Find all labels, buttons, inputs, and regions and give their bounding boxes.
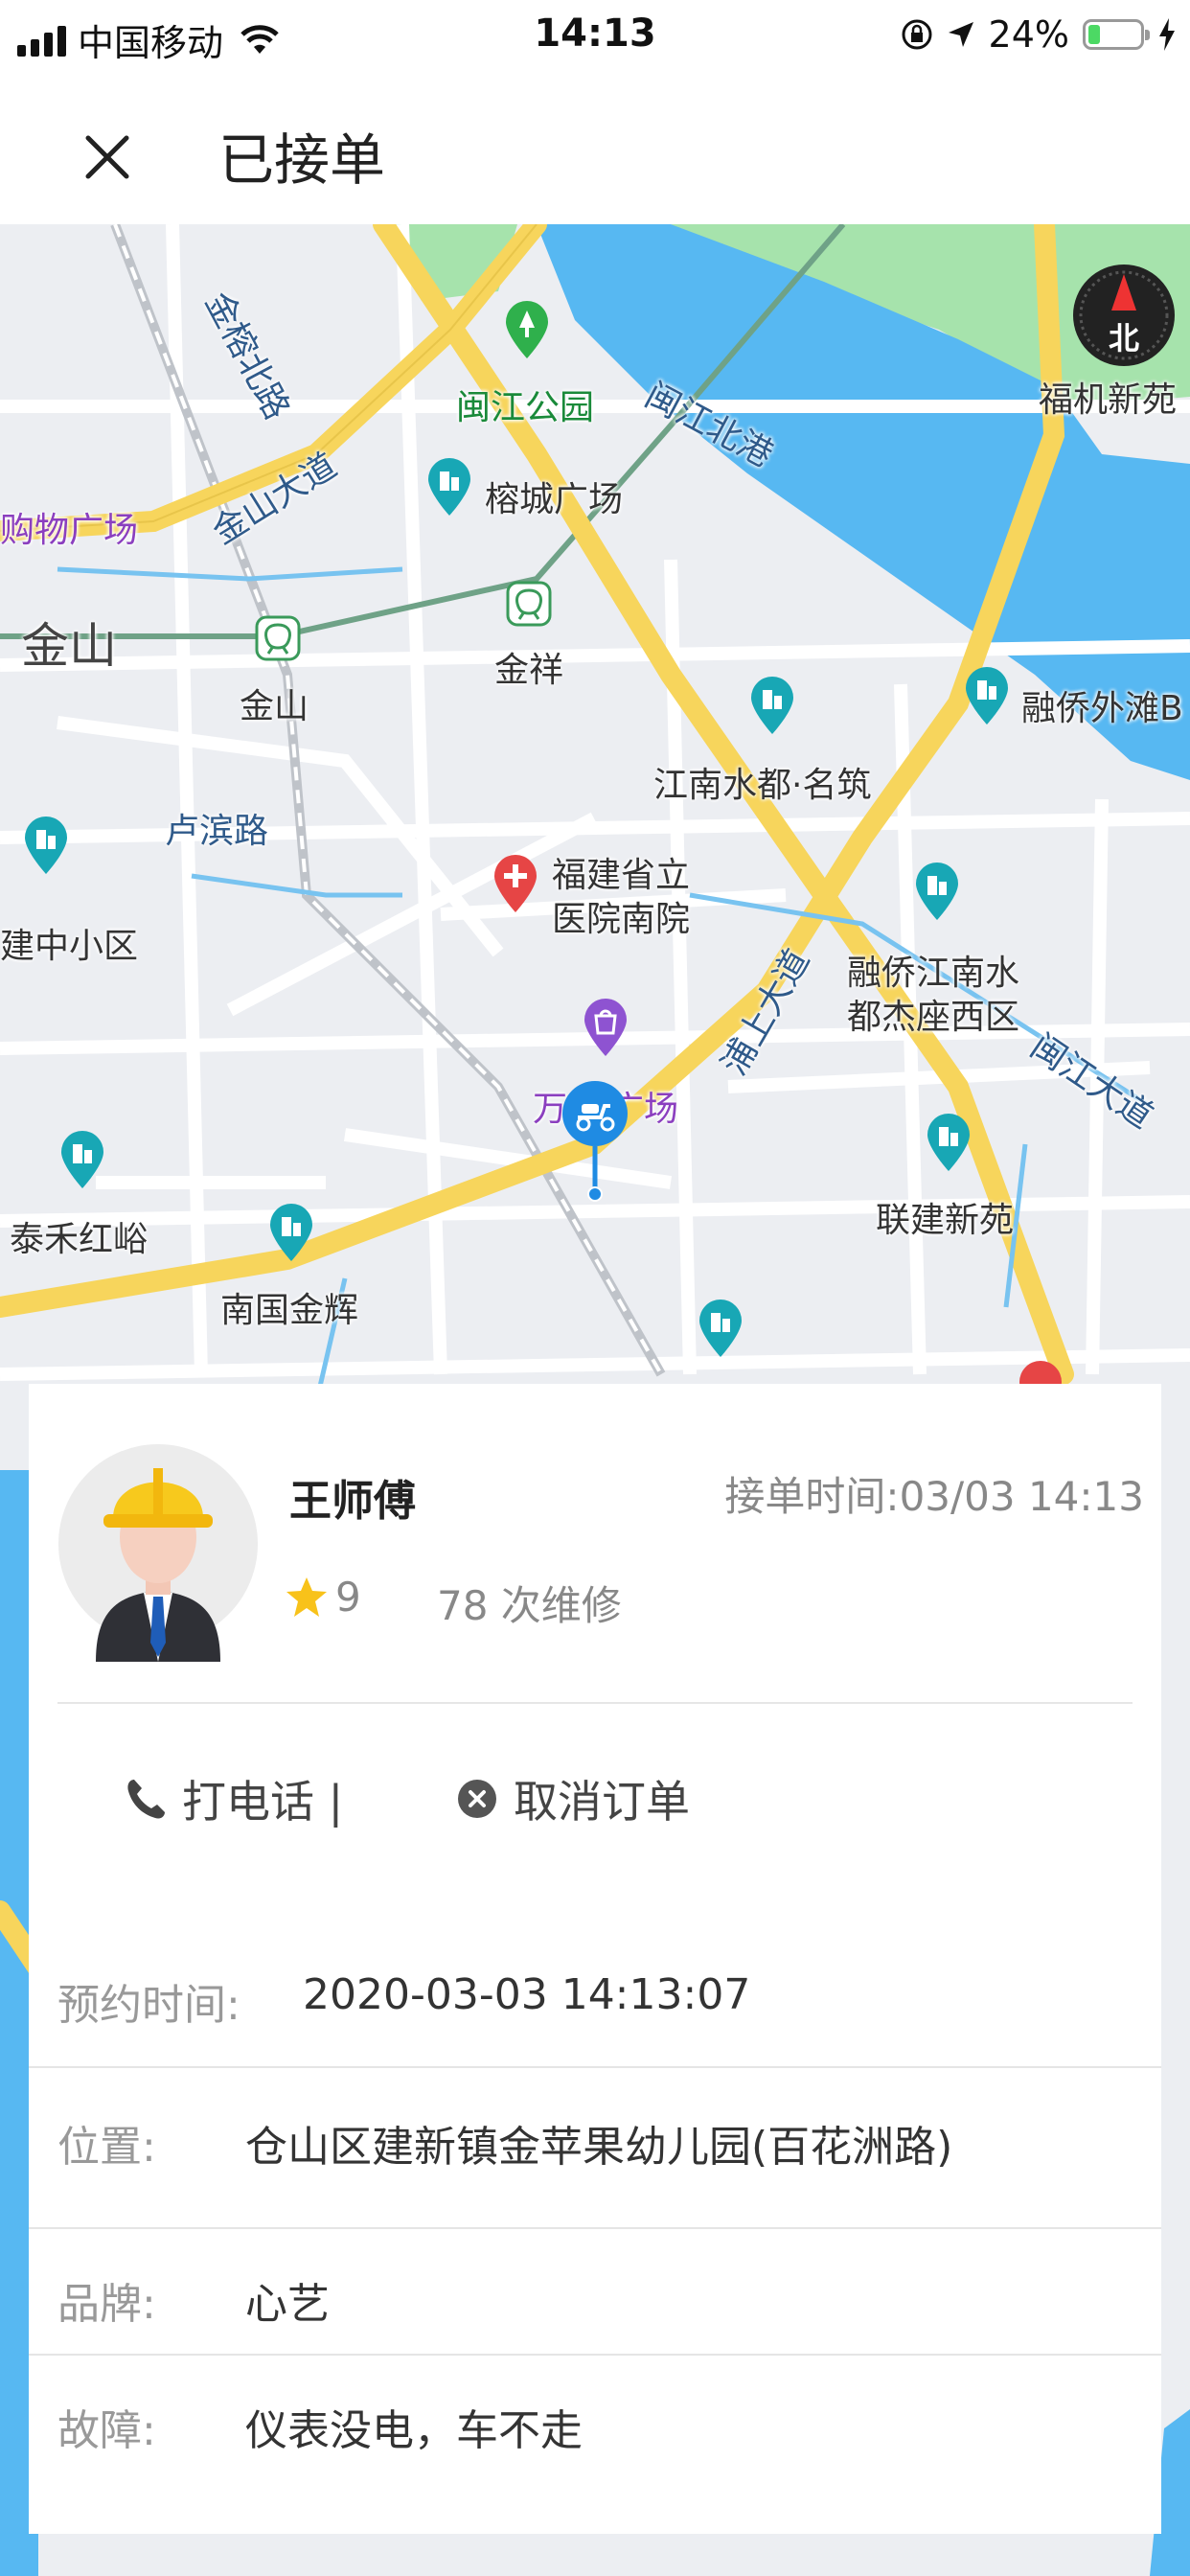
nav-bar: 已接单 <box>0 77 1190 224</box>
metro-station-icon[interactable] <box>504 579 554 640</box>
detail-label: 预约时间: <box>57 1981 240 2030</box>
divider <box>29 2354 1161 2356</box>
map-label-place: 榕城广场 <box>485 480 624 519</box>
worker-avatar <box>58 1444 258 1662</box>
close-icon <box>85 135 129 179</box>
map-label-district: 金山 <box>21 618 117 674</box>
building-poi-icon[interactable] <box>57 1129 107 1190</box>
worker-name: 王师傅 <box>289 1477 416 1526</box>
detail-value: 心艺 <box>245 2280 330 2329</box>
building-poi-icon[interactable] <box>924 1112 973 1173</box>
map-label-mall: 购物广场 <box>0 511 139 550</box>
building-poi-icon[interactable] <box>747 675 797 736</box>
close-button[interactable] <box>67 117 148 197</box>
map-label-place: 福机新苑 <box>1039 380 1178 420</box>
map-label-place: 福建省立 <box>552 856 691 895</box>
map-label-place: 建中小区 <box>0 927 139 966</box>
building-poi-icon[interactable] <box>696 1298 745 1359</box>
cancel-order-button[interactable]: 取消订单 <box>454 1767 690 1830</box>
map-label-place: 联建新苑 <box>876 1201 1015 1240</box>
building-poi-icon[interactable] <box>424 456 474 518</box>
status-right: 24% <box>901 13 1177 56</box>
order-info-card: 王师傅 接单时间:03/03 14:13 9 78 次维修 打电话 | 取消订单… <box>29 1384 1161 2534</box>
accept-time: 接单时间:03/03 14:13 <box>724 1473 1144 1520</box>
map-label-place: 都杰座西区 <box>847 998 1020 1037</box>
location-arrow-icon <box>948 22 973 47</box>
call-label: 打电话 | <box>182 1776 344 1828</box>
divider <box>57 1702 1133 1704</box>
battery-percent: 24% <box>988 13 1069 56</box>
rating-value: 9 <box>335 1574 361 1621</box>
metro-station-icon[interactable] <box>253 613 303 675</box>
map-view[interactable]: 金榕北路 金山大道 闽江公园 闽江北港 福机新苑 购物广场 榕城广场 金山 金山… <box>0 224 1190 2576</box>
map-label-place: 泰禾红峪 <box>10 1220 149 1259</box>
detail-label: 位置: <box>57 2123 156 2172</box>
phone-icon <box>127 1780 165 1819</box>
mall-poi-icon[interactable] <box>581 997 630 1058</box>
map-label-place: 江南水都·名筑 <box>653 766 872 805</box>
divider <box>29 2227 1161 2229</box>
status-bar: 中国移动 14:13 24% <box>0 0 1190 77</box>
map-label-station: 金山 <box>240 687 309 726</box>
building-poi-icon[interactable] <box>962 665 1012 726</box>
divider <box>29 2066 1161 2068</box>
building-poi-icon[interactable] <box>912 861 962 922</box>
map-label-place: 融侨外滩B <box>1021 689 1183 728</box>
map-label-park: 闽江公园 <box>456 388 595 427</box>
orientation-lock-icon <box>902 19 932 50</box>
detail-value: 仪表没电，车不走 <box>245 2406 583 2455</box>
map-label-place: 南国金辉 <box>220 1291 359 1330</box>
cancel-circle-icon <box>458 1780 496 1818</box>
park-poi-icon[interactable] <box>502 299 552 360</box>
charging-bolt-icon <box>1159 18 1175 51</box>
detail-value: 2020-03-03 14:13:07 <box>303 1970 751 2019</box>
map-label-station: 金祥 <box>494 651 564 690</box>
detail-value: 仓山区建新镇金苹果幼儿园(百花洲路) <box>245 2123 953 2172</box>
detail-label: 故障: <box>57 2406 156 2455</box>
repair-count: 78 次维修 <box>437 1582 622 1629</box>
building-poi-icon[interactable] <box>21 815 71 876</box>
page-title: 已接单 <box>218 127 386 193</box>
detail-label: 品牌: <box>57 2280 156 2329</box>
battery-icon <box>1083 19 1150 50</box>
worker-rating: 9 <box>284 1574 361 1621</box>
hospital-poi-icon[interactable] <box>491 853 540 914</box>
map-label-place: 融侨江南水 <box>847 954 1020 993</box>
building-poi-icon[interactable] <box>266 1202 316 1263</box>
map-label-place: 医院南院 <box>552 900 691 939</box>
scooter-location-marker[interactable] <box>561 1079 629 1204</box>
call-button[interactable]: 打电话 | <box>123 1767 343 1830</box>
compass-button[interactable]: 北 <box>1071 263 1177 368</box>
compass-north-label: 北 <box>1108 320 1139 356</box>
battery-level <box>1088 25 1100 44</box>
cancel-label: 取消订单 <box>514 1776 690 1828</box>
star-icon <box>286 1576 327 1617</box>
map-label-road: 卢滨路 <box>165 812 269 851</box>
